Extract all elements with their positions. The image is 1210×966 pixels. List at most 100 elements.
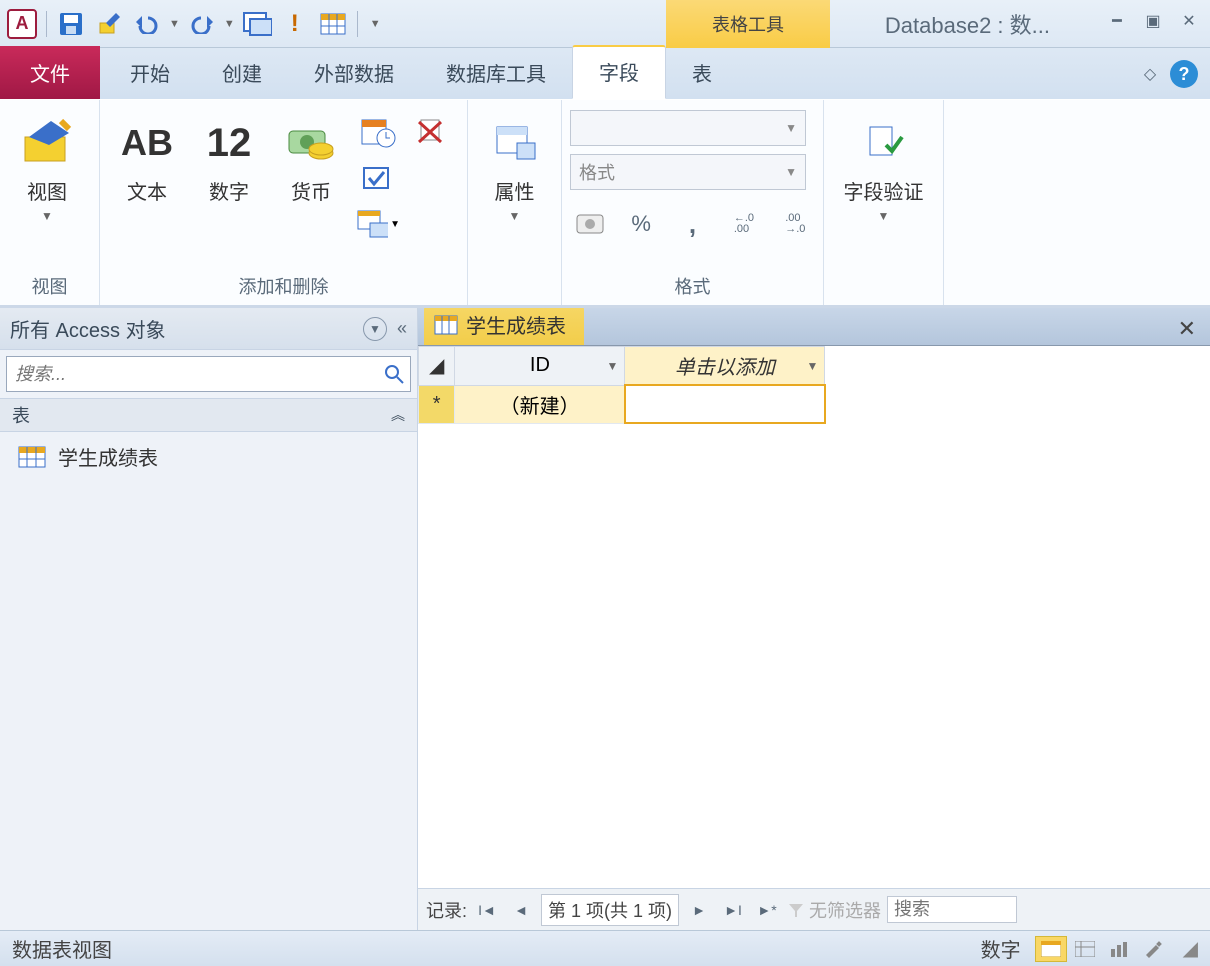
datetime-field-icon[interactable]	[356, 112, 400, 152]
new-row-selector[interactable]: *	[419, 385, 455, 423]
datasheet-view-icon[interactable]	[1035, 936, 1067, 962]
chart-view-icon[interactable]	[1103, 936, 1135, 962]
minimize-icon[interactable]: ━	[1104, 8, 1130, 34]
record-search-input[interactable]	[887, 896, 1017, 923]
undo-dropdown-icon[interactable]: ▼	[169, 18, 180, 30]
nav-filter-icon[interactable]: ▼	[363, 317, 387, 341]
decrease-decimals-icon[interactable]: .00 →.0	[776, 206, 815, 242]
column-header-id[interactable]: ID▼	[455, 347, 625, 386]
view-switcher	[1035, 936, 1169, 962]
record-label: 记录:	[426, 897, 467, 923]
currency-field-button[interactable]: 货币	[272, 110, 350, 209]
cell-id-new[interactable]: （新建）	[455, 385, 625, 423]
select-all-cell[interactable]: ◢	[419, 347, 455, 386]
ribbon: 视图 ▼ 视图 AB 文本 12 数字 货币 ▼	[0, 100, 1210, 308]
view-button[interactable]: 视图 ▼	[8, 110, 86, 227]
collapse-ribbon-icon[interactable]: ◇	[1138, 62, 1162, 86]
nav-title: 所有 Access 对象	[10, 314, 166, 343]
format-dropdown[interactable]: 格式▼	[570, 154, 806, 190]
last-record-icon[interactable]: ►I	[719, 897, 747, 923]
group-label: 视图	[8, 269, 91, 305]
undo-icon[interactable]	[131, 8, 163, 40]
column-header-add[interactable]: 单击以添加▼	[625, 347, 825, 386]
resize-grip-icon[interactable]: ◢	[1183, 936, 1198, 961]
column-dropdown-icon[interactable]: ▼	[607, 359, 619, 373]
close-document-icon[interactable]: ✕	[1178, 316, 1196, 342]
window-title: Database2 : 数...	[885, 0, 1050, 48]
number-field-button[interactable]: 12 数字	[190, 110, 268, 209]
nav-collapse-icon[interactable]: «	[397, 318, 407, 339]
tab-table[interactable]: 表	[666, 48, 738, 99]
increase-decimals-icon[interactable]: ←.0 .00	[724, 206, 763, 242]
tab-create[interactable]: 创建	[196, 48, 288, 99]
tab-file[interactable]: 文件	[0, 46, 100, 99]
status-bar: 数据表视图 数字 ◢	[0, 930, 1210, 966]
close-icon[interactable]: ✕	[1176, 8, 1202, 34]
collapse-group-icon[interactable]: ︽	[391, 405, 405, 425]
contextual-tab-title: 表格工具	[666, 0, 830, 48]
new-record-icon[interactable]: ►*	[753, 897, 781, 923]
table-icon[interactable]	[317, 8, 349, 40]
search-icon[interactable]	[378, 364, 410, 384]
alert-icon[interactable]: !	[279, 8, 311, 40]
table-icon	[434, 315, 458, 335]
text-field-button[interactable]: AB 文本	[108, 110, 186, 209]
nav-item-label: 学生成绩表	[58, 442, 158, 471]
window-icon[interactable]	[241, 8, 273, 40]
nav-item-table[interactable]: 学生成绩表	[0, 432, 417, 481]
datasheet-grid[interactable]: ◢ ID▼ 单击以添加▼ * （新建）	[418, 346, 1210, 888]
group-label	[476, 274, 553, 305]
document-tab[interactable]: 学生成绩表	[424, 308, 584, 345]
first-record-icon[interactable]: I◄	[473, 897, 501, 923]
save-icon[interactable]	[55, 8, 87, 40]
percent-format-icon[interactable]: %	[621, 206, 660, 242]
nav-search-input[interactable]	[7, 364, 378, 385]
status-mode: 数字	[981, 934, 1021, 963]
qat-customize-icon[interactable]: ▼	[366, 18, 385, 30]
datatype-dropdown[interactable]: ▼	[570, 110, 806, 146]
comma-format-icon[interactable]: ,	[673, 206, 712, 242]
ribbon-tabs: 文件 开始 创建 外部数据 数据库工具 字段 表 ◇ ?	[0, 48, 1210, 100]
currency-format-icon[interactable]	[570, 206, 609, 242]
separator	[357, 11, 358, 37]
record-position[interactable]: 第 1 项(共 1 项)	[541, 894, 679, 926]
paint-icon[interactable]	[93, 8, 125, 40]
redo-dropdown-icon[interactable]: ▼	[224, 18, 235, 30]
document-area: 学生成绩表 ✕ ◢ ID▼ 单击以添加▼ * （新建） 记录: I◄ ◄	[418, 308, 1210, 930]
tab-fields[interactable]: 字段	[572, 45, 666, 99]
group-label: 格式	[570, 269, 815, 305]
ribbon-group-format: ▼ 格式▼ % , ←.0 .00 .00 →.0 格式	[562, 100, 824, 305]
cell-new-entry[interactable]	[625, 385, 825, 423]
more-fields-icon[interactable]: ▼	[356, 204, 400, 244]
nav-group-tables[interactable]: 表 ︽	[0, 398, 417, 432]
document-tabs: 学生成绩表 ✕	[418, 308, 1210, 346]
tab-database-tools[interactable]: 数据库工具	[420, 48, 572, 99]
help-icon[interactable]: ?	[1170, 60, 1198, 88]
tab-home[interactable]: 开始	[104, 48, 196, 99]
ribbon-group-add-delete: AB 文本 12 数字 货币 ▼ 添加和删除	[100, 100, 468, 305]
document-tab-label: 学生成绩表	[466, 310, 566, 339]
nav-header[interactable]: 所有 Access 对象 ▼ «	[0, 308, 417, 350]
yesno-field-icon[interactable]	[356, 158, 400, 198]
nav-search	[0, 350, 417, 398]
maximize-icon[interactable]: ▣	[1140, 8, 1166, 34]
design-view-icon[interactable]	[1137, 936, 1169, 962]
table-icon	[18, 446, 46, 468]
delete-field-icon[interactable]	[408, 112, 452, 152]
navigation-pane: 所有 Access 对象 ▼ « 表 ︽ 学生成绩表	[0, 308, 418, 930]
tab-external-data[interactable]: 外部数据	[288, 48, 420, 99]
app-icon[interactable]: A	[6, 8, 38, 40]
field-validation-button[interactable]: 字段验证 ▼	[832, 110, 935, 227]
ribbon-group-validate: 字段验证 ▼	[824, 100, 944, 305]
separator	[46, 11, 47, 37]
filter-icon	[787, 901, 805, 919]
redo-icon[interactable]	[186, 8, 218, 40]
ribbon-group-properties: 属性 ▼	[468, 100, 562, 305]
group-label: 添加和删除	[108, 269, 459, 305]
next-record-icon[interactable]: ►	[685, 897, 713, 923]
title-bar: A ▼ ▼ ! ▼ 表格工具 Database2 : 数... ━ ▣	[0, 0, 1210, 48]
prev-record-icon[interactable]: ◄	[507, 897, 535, 923]
pivot-view-icon[interactable]	[1069, 936, 1101, 962]
column-dropdown-icon[interactable]: ▼	[807, 359, 819, 373]
properties-button[interactable]: 属性 ▼	[476, 110, 553, 227]
